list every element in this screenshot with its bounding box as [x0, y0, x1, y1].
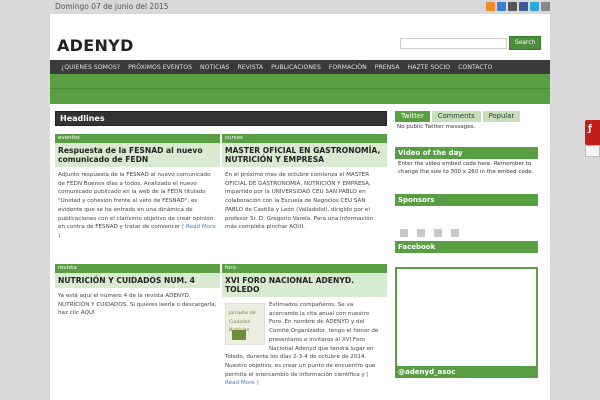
nav-item-publicaciones[interactable]: PUBLICACIONES	[267, 64, 325, 71]
post-excerpt: Ya está aquí el número 4 de la revista A…	[55, 288, 220, 318]
page: ADENYD Search ¿QUIENES SOMOS? PRÓXIMOS E…	[50, 14, 550, 400]
post-card: cursos MASTER OFICIAL EN GASTRONOMÍA, NU…	[222, 134, 387, 232]
headlines-title: Headlines	[60, 114, 105, 123]
flash-player-icon[interactable]: ƒ	[585, 120, 600, 145]
post-category[interactable]: foro	[222, 264, 387, 273]
social-icons	[486, 2, 550, 11]
tab-comments[interactable]: Comments	[431, 111, 481, 122]
post-excerpt-text: Ya está aquí el número 4 de la revista A…	[58, 293, 217, 317]
facebook-box-title: Facebook	[395, 241, 538, 253]
nav-item-formacion[interactable]: FORMACIÓN	[325, 64, 371, 71]
nav-item-hazte-socio[interactable]: HAZTE SOCIO	[404, 64, 455, 71]
current-date: Domingo 07 de junio del 2015	[55, 2, 169, 11]
post-excerpt: Jornadas de Cuidados Nutricion Estimados…	[222, 297, 387, 388]
nav-item-proximos-eventos[interactable]: PRÓXIMOS EVENTOS	[124, 64, 196, 71]
sponsor-logo[interactable]	[417, 229, 425, 237]
sponsor-logo[interactable]	[434, 229, 442, 237]
post-excerpt-text: En el próximo mes de octubre comienza el…	[225, 172, 374, 231]
sidebar-tabs: Twitter Comments Popular	[395, 111, 538, 122]
nav-item-prensa[interactable]: PRENSA	[371, 64, 404, 71]
sub-nav-bar	[50, 74, 550, 104]
post-title[interactable]: XVI FORO NACIONAL ADENYD. TOLEDO	[222, 273, 387, 297]
post-title[interactable]: MASTER OFICIAL EN GASTRONOMÍA, NUTRICIÓN…	[222, 143, 387, 167]
post-thumbnail[interactable]: Jornadas de Cuidados Nutricion	[225, 303, 265, 345]
email-icon[interactable]	[541, 2, 550, 11]
site-logo[interactable]: ADENYD	[57, 36, 134, 55]
post-title[interactable]: Respuesta de la FESNAD al nuevo comunica…	[55, 143, 220, 167]
post-card: foro XVI FORO NACIONAL ADENYD. TOLEDO Jo…	[222, 264, 387, 388]
main-nav: ¿QUIENES SOMOS? PRÓXIMOS EVENTOS NOTICIA…	[50, 60, 550, 74]
post-excerpt-text: Adjunto respuesta de la FESNAD al nuevo …	[58, 172, 214, 231]
tab-twitter[interactable]: Twitter	[395, 111, 430, 122]
headlines-header: Headlines	[55, 111, 387, 126]
post-category[interactable]: revista	[55, 264, 220, 273]
sponsors-box-title: Sponsors	[395, 194, 538, 206]
post-excerpt: En el próximo mes de octubre comienza el…	[222, 167, 387, 232]
post-category[interactable]: cursos	[222, 134, 387, 143]
twitter-handle-box-title[interactable]: @adenyd_asoc	[395, 366, 538, 378]
facebook-icon[interactable]	[519, 2, 528, 11]
search-button[interactable]: Search	[509, 36, 541, 50]
delicious-icon[interactable]	[497, 2, 506, 11]
post-title[interactable]: NUTRICIÓN Y CUIDADOS NUM. 4	[55, 273, 220, 288]
sponsor-logos	[400, 229, 459, 237]
nav-item-noticias[interactable]: NOTICIAS	[196, 64, 233, 71]
post-category[interactable]: eventos	[55, 134, 220, 143]
side-panel-tab[interactable]	[585, 145, 600, 157]
twitter-icon[interactable]	[530, 2, 539, 11]
top-strip: Domingo 07 de junio del 2015	[50, 0, 550, 14]
nav-item-contacto[interactable]: CONTACTO	[454, 64, 496, 71]
post-excerpt: Adjunto respuesta de la FESNAD al nuevo …	[55, 167, 220, 241]
nav-item-revista[interactable]: REVISTA	[233, 64, 267, 71]
nav-item-quienes-somos[interactable]: ¿QUIENES SOMOS?	[57, 64, 124, 71]
digg-icon[interactable]	[508, 2, 517, 11]
thumbnail-graphic	[232, 330, 246, 340]
rss-icon[interactable]	[486, 2, 495, 11]
sponsor-logo[interactable]	[400, 229, 408, 237]
tab-popular[interactable]: Popular	[482, 111, 521, 122]
video-box-title: Video of the day	[395, 147, 538, 159]
search-input[interactable]	[400, 38, 507, 49]
video-box-text: Enter the video embed code here. Remembe…	[395, 159, 538, 179]
sponsor-logo[interactable]	[451, 229, 459, 237]
post-card: eventos Respuesta de la FESNAD al nuevo …	[55, 134, 220, 241]
post-card: revista NUTRICIÓN Y CUIDADOS NUM. 4 Ya e…	[55, 264, 220, 318]
facebook-widget	[395, 267, 538, 373]
